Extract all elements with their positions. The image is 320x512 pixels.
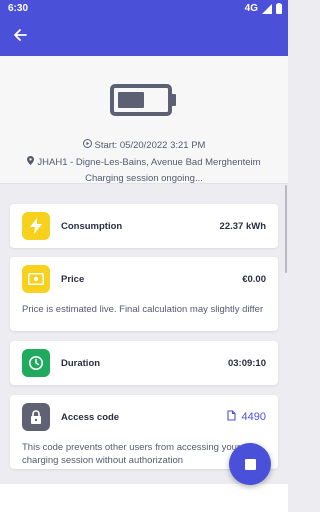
signal-icon: [262, 3, 272, 14]
location-pin-icon: [27, 156, 35, 168]
battery-status-icon: [276, 3, 282, 14]
status-indicators: 4G: [245, 3, 282, 14]
scrollbar[interactable]: [285, 185, 287, 273]
consumption-value: 22.37 kWh: [219, 221, 266, 232]
price-note: Price is estimated live. Final calculati…: [22, 304, 264, 315]
session-start: Start: 05/20/2022 3:21 PM: [0, 139, 288, 151]
duration-card: Duration 03:09:10: [10, 341, 278, 385]
clock-icon: [22, 349, 50, 377]
access-code-copy[interactable]: 4490: [226, 410, 266, 424]
copy-icon: [226, 410, 236, 424]
status-time: 6:30: [8, 3, 29, 14]
lightning-icon: [22, 212, 50, 240]
price-card: Price €0.00 Price is estimated live. Fin…: [10, 257, 278, 331]
play-circle-icon: [82, 139, 92, 151]
session-status-text: Charging session ongoing...: [85, 173, 203, 184]
stop-icon: [244, 458, 256, 470]
network-type: 4G: [244, 3, 258, 14]
session-start-text: Start: 05/20/2022 3:21 PM: [94, 139, 206, 151]
app-bar: [0, 18, 288, 56]
arrow-left-icon: [13, 28, 27, 47]
consumption-card: Consumption 22.37 kWh: [10, 204, 278, 248]
next-card-partial: [0, 484, 288, 512]
status-bar: 6:30 4G: [0, 0, 288, 18]
stop-session-button[interactable]: [229, 443, 271, 485]
battery-charging-icon: [110, 84, 178, 121]
access-code-label: Access code: [61, 412, 120, 423]
banknote-icon: [22, 265, 50, 293]
lock-icon: [22, 403, 50, 431]
back-button[interactable]: [6, 23, 34, 51]
price-value: €0.00: [242, 274, 266, 285]
session-location-text: JHAH1 - Digne-Les-Bains, Avenue Bad Merg…: [37, 156, 261, 168]
session-location: JHAH1 - Digne-Les-Bains, Avenue Bad Merg…: [0, 156, 288, 168]
price-label: Price: [61, 274, 85, 285]
duration-label: Duration: [61, 358, 101, 369]
access-code-value: 4490: [241, 411, 266, 423]
consumption-label: Consumption: [61, 221, 123, 232]
duration-value: 03:09:10: [227, 358, 266, 369]
